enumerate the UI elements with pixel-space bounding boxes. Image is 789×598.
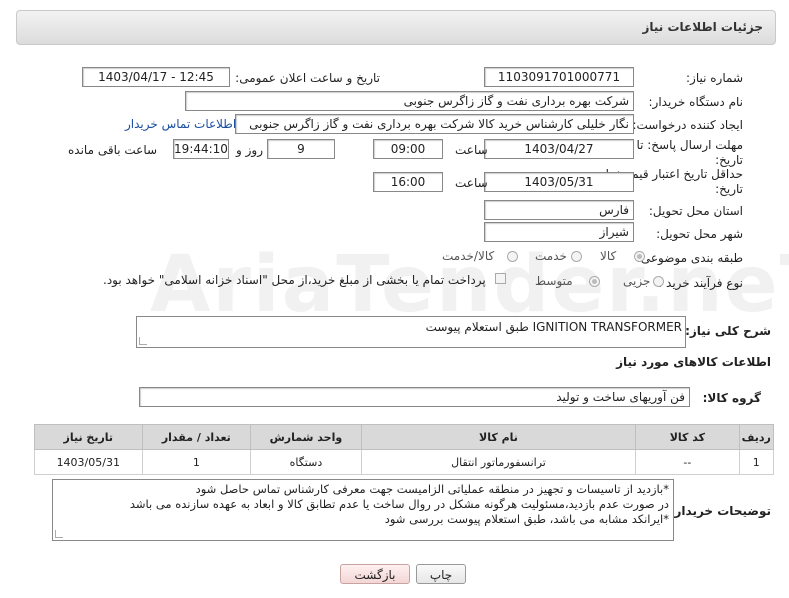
buyer-contact-link[interactable]: اطلاعات تماس خریدار: [125, 117, 236, 131]
col-header-row-number: ردیف: [738, 424, 775, 450]
col-header-quantity: تعداد / مقدار: [141, 424, 252, 450]
remaining-time-field: 19:44:10: [173, 139, 229, 159]
category-option-goods-service: کالا/خدمت: [442, 249, 495, 263]
process-option-medium: متوسط: [535, 274, 573, 288]
need-number-label: شماره نیاز:: [686, 71, 743, 85]
buyer-note-line: در صورت عدم بازدید،مسئولیت هرگونه مشکل د…: [129, 497, 669, 511]
process-option-minor: جزیی: [623, 274, 651, 288]
days-label: روز و: [236, 143, 263, 157]
goods-group-label: گروه کالا:: [702, 391, 761, 405]
category-label: طبقه بندی موضوعی:: [636, 251, 743, 265]
cell-unit: دستگاه: [250, 449, 362, 475]
reply-deadline-date-label: تاریخ:: [715, 153, 743, 167]
cell-quantity: 1: [141, 449, 252, 475]
category-option-goods: کالا: [600, 249, 617, 263]
col-header-item-code: کد کالا: [635, 424, 740, 450]
resize-handle-icon[interactable]: [139, 337, 147, 345]
buyer-note-line: *بازدید از تاسیسات و تجهیز در منطقه عملی…: [195, 482, 669, 496]
cell-need-date: 1403/05/31: [34, 449, 143, 475]
col-header-item-name: نام کالا: [360, 424, 637, 450]
category-option-service: خدمت: [535, 249, 567, 263]
reply-time-label: ساعت: [455, 143, 488, 157]
page-title: جزئیات اطلاعات نیاز: [642, 20, 763, 34]
description-label: شرح کلی نیاز:: [685, 324, 771, 338]
province-field: فارس: [484, 200, 634, 220]
reply-time-field: 09:00: [373, 139, 443, 159]
city-field: شیراز: [484, 222, 634, 242]
resize-handle-icon[interactable]: [55, 530, 63, 538]
cell-item-code: --: [635, 449, 740, 475]
requester-field: نگار خلیلی کارشناس خرید کالا شرکت بهره ب…: [235, 114, 634, 134]
price-valid-time-field: 16:00: [373, 172, 443, 192]
announce-field: 1403/04/17 - 12:45: [82, 67, 230, 87]
goods-section-title: اطلاعات کالاهای مورد نیاز: [616, 355, 771, 369]
header-panel: جزئیات اطلاعات نیاز: [16, 10, 776, 45]
buyer-notes-textarea: *بازدید از تاسیسات و تجهیز در منطقه عملی…: [52, 479, 674, 541]
buyer-org-field: شرکت بهره برداری نفت و گاز زاگرس جنوبی: [185, 91, 634, 111]
requester-label: ایجاد کننده درخواست:: [632, 118, 743, 132]
col-header-need-date: تاریخ نیاز: [34, 424, 143, 450]
buyer-notes-label: توضیحات خریدار:: [669, 504, 771, 518]
category-radio-goods-service[interactable]: [507, 251, 518, 262]
city-label: شهر محل تحویل:: [656, 227, 743, 241]
process-radio-minor[interactable]: [653, 276, 664, 287]
cell-row-number: 1: [738, 449, 775, 475]
category-radio-goods[interactable]: [634, 251, 645, 262]
goods-table: ردیف کد کالا نام کالا واحد شمارش تعداد /…: [34, 424, 775, 475]
process-label: نوع فرآیند خرید :: [658, 276, 743, 290]
reply-date-field: 1403/04/27: [484, 139, 634, 159]
goods-group-field: فن آوریهای ساخت و تولید: [139, 387, 690, 407]
reply-deadline-label: مهلت ارسال پاسخ: تا: [636, 138, 743, 152]
price-valid-date-field: 1403/05/31: [484, 172, 634, 192]
treasury-payment-note: پرداخت تمام یا بخشی از مبلغ خرید،از محل …: [103, 273, 486, 287]
price-valid-time-label: ساعت: [455, 176, 488, 190]
col-header-unit: واحد شمارش: [250, 424, 362, 450]
back-button[interactable]: بازگشت: [340, 564, 410, 584]
days-field: 9: [267, 139, 335, 159]
treasury-payment-checkbox[interactable]: [495, 273, 506, 284]
province-label: استان محل تحویل:: [648, 204, 743, 218]
process-radio-medium[interactable]: [589, 276, 600, 287]
description-textarea: IGNITION TRANSFORMER طبق استعلام پیوست: [136, 316, 686, 348]
remaining-time-label: ساعت باقی مانده: [68, 143, 158, 157]
price-valid-date-label: تاریخ:: [715, 182, 743, 196]
cell-item-name: ترانسفورماتور انتقال: [360, 449, 637, 475]
buyer-org-label: نام دستگاه خریدار:: [648, 95, 744, 109]
category-radio-service[interactable]: [571, 251, 582, 262]
announce-label: تاریخ و ساعت اعلان عمومی:: [235, 71, 380, 85]
table-header-row: ردیف کد کالا نام کالا واحد شمارش تعداد /…: [34, 424, 775, 450]
table-row: 1 -- ترانسفورماتور انتقال دستگاه 1 1403/…: [34, 449, 775, 475]
need-number-field: 1103091701000771: [484, 67, 634, 87]
description-text: IGNITION TRANSFORMER طبق استعلام پیوست: [425, 320, 682, 334]
print-button[interactable]: چاپ: [416, 564, 466, 584]
buyer-note-line: *ایرانکد مشابه می باشد، طبق استعلام پیوس…: [384, 512, 669, 526]
